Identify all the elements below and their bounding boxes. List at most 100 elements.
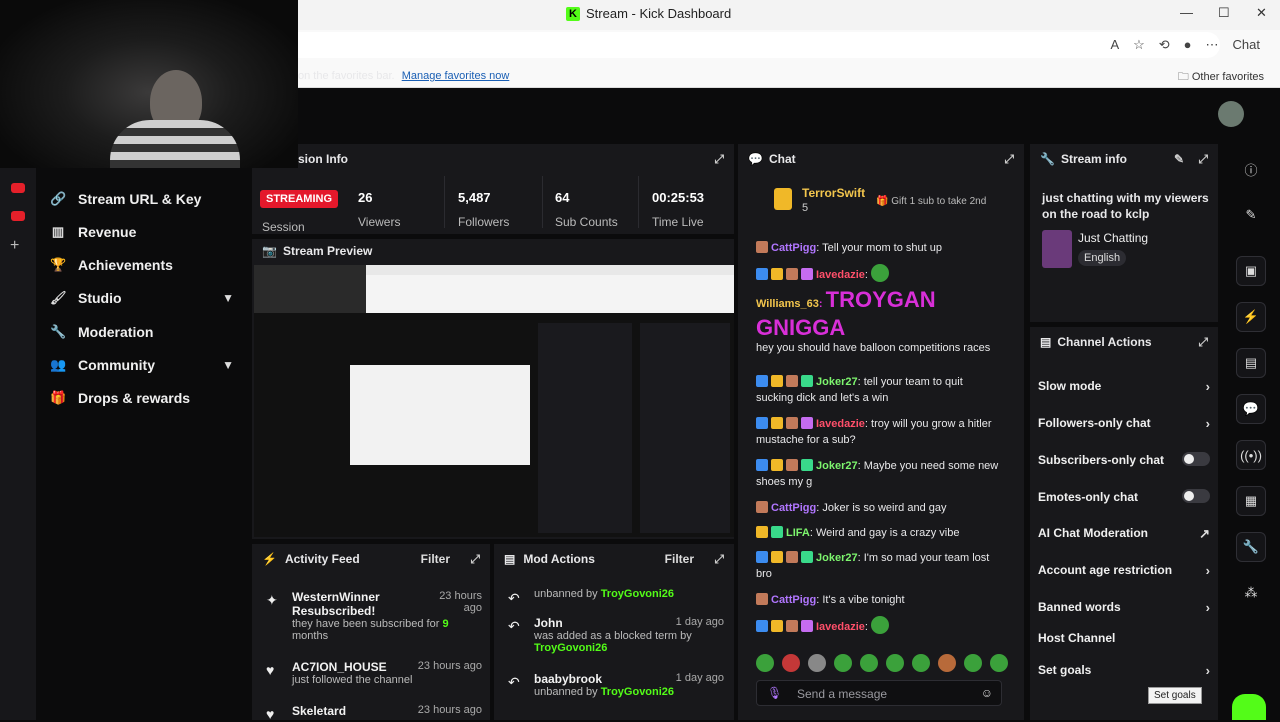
layout-icon[interactable]: ▦ bbox=[1236, 486, 1266, 516]
expand-icon[interactable]: ⤢ bbox=[470, 552, 480, 567]
emoji-icon[interactable]: ☺ bbox=[981, 686, 993, 700]
edit-icon[interactable]: ✎ bbox=[1236, 200, 1266, 230]
chat-username[interactable]: Joker27 bbox=[816, 552, 858, 564]
host-channel-item[interactable]: Host Channel bbox=[1038, 631, 1210, 645]
chat-bubble-icon[interactable]: 💬 bbox=[1236, 394, 1266, 424]
sidebar-item-studio[interactable]: 🖌 Studio ▼ bbox=[50, 290, 234, 306]
chat-username[interactable]: LIFA bbox=[786, 527, 810, 539]
community-icon[interactable]: ⁂ bbox=[1236, 578, 1266, 608]
close-icon[interactable]: ✕ bbox=[1256, 5, 1267, 21]
read-aloud-icon[interactable]: A bbox=[1110, 37, 1119, 53]
url-field[interactable] bbox=[260, 32, 1220, 58]
microphone-icon[interactable]: 🎙 bbox=[767, 686, 782, 700]
chat-username[interactable]: Williams_63 bbox=[756, 298, 819, 310]
set-goals-item[interactable]: Set goals › bbox=[1038, 663, 1210, 678]
followers-only-item[interactable]: Followers-only chat › bbox=[1038, 416, 1210, 431]
emote-icon[interactable] bbox=[886, 654, 904, 672]
kick-fab-icon[interactable] bbox=[1232, 694, 1266, 720]
other-favorites[interactable]: 🗀 Other favorites bbox=[1178, 68, 1264, 87]
mod-actions-panel: ▤ Mod Actions Filter ⤢ ↶ unbanned by Tro… bbox=[494, 544, 734, 720]
camera-icon[interactable]: ▣ bbox=[1236, 256, 1266, 286]
sidebar-item-revenue[interactable]: ▥ Revenue bbox=[50, 224, 234, 240]
emote-icon[interactable] bbox=[808, 654, 826, 672]
wrench-icon[interactable]: 🔧 bbox=[1236, 532, 1266, 562]
emotes-only-toggle[interactable] bbox=[1182, 489, 1210, 503]
panel-title: Activity Feed bbox=[284, 552, 360, 566]
undo-icon: ↶ bbox=[508, 590, 520, 606]
chat-username[interactable]: CattPigg bbox=[771, 242, 816, 254]
tab-title: Stream - Kick Dashboard bbox=[586, 6, 732, 21]
document-icon[interactable]: ▤ bbox=[1236, 348, 1266, 378]
expand-icon[interactable]: ⤢ bbox=[714, 152, 724, 167]
gift-sub-button[interactable]: 🎁 Gift 1 sub to take 2nd bbox=[876, 196, 986, 207]
sidebar-item-community[interactable]: 👥 Community ▼ bbox=[50, 357, 234, 373]
expand-icon[interactable]: ⤢ bbox=[714, 552, 724, 567]
sidebar-item-achievements[interactable]: 🏆 Achievements bbox=[50, 257, 234, 273]
copilot-chat-button[interactable]: Chat bbox=[1233, 37, 1260, 53]
more-icon[interactable]: ⋯ bbox=[1206, 37, 1219, 53]
chat-username[interactable]: Joker27 bbox=[816, 460, 858, 472]
edit-icon[interactable]: ✎ bbox=[1174, 152, 1184, 166]
expand-icon[interactable]: ⤢ bbox=[1004, 152, 1014, 167]
chat-message: hey you should have balloon competitions… bbox=[756, 340, 1002, 356]
manage-favorites-link[interactable]: Manage favorites now bbox=[402, 70, 510, 82]
chat-username[interactable]: Iavedazie bbox=[816, 269, 865, 281]
lightning-icon[interactable]: ⚡ bbox=[1236, 302, 1266, 332]
youtube-icon[interactable] bbox=[11, 211, 25, 221]
stream-preview-video[interactable] bbox=[254, 265, 734, 537]
emote-icon[interactable] bbox=[860, 654, 878, 672]
sidebar-item-stream-url-key[interactable]: 🔗 Stream URL & Key bbox=[50, 191, 234, 207]
favbar-text: on the favorites bar. bbox=[298, 70, 395, 82]
filter-button[interactable]: Filter bbox=[421, 552, 450, 566]
other-favorites-label: Other favorites bbox=[1191, 71, 1264, 83]
subscribers-only-toggle[interactable] bbox=[1182, 452, 1210, 466]
chat-message: LIFA: Weird and gay is a crazy vibe bbox=[756, 525, 1002, 541]
streamer-shirt bbox=[110, 120, 240, 168]
account-age-item[interactable]: Account age restriction › bbox=[1038, 563, 1210, 578]
stat-value: 26 bbox=[358, 190, 373, 205]
chat-username[interactable]: CattPigg bbox=[771, 594, 816, 606]
stream-preview-header: 📷 Stream Preview bbox=[252, 239, 734, 263]
sidebar-item-label: Moderation bbox=[78, 324, 154, 340]
feed-detail: they have been subscribed for 9 months bbox=[292, 618, 482, 642]
expand-icon[interactable]: ⤢ bbox=[1198, 335, 1208, 350]
emote-icon[interactable] bbox=[938, 654, 956, 672]
history-icon[interactable]: ⟲ bbox=[1159, 37, 1170, 53]
filter-button[interactable]: Filter bbox=[665, 552, 694, 566]
category-name[interactable]: Just Chatting bbox=[1078, 231, 1148, 245]
chat-username[interactable]: CattPigg bbox=[771, 502, 816, 514]
emote-icon[interactable] bbox=[756, 654, 774, 672]
chat-username[interactable]: Joker27 bbox=[816, 376, 858, 388]
chat-input[interactable]: 🎙 Send a message ☺ bbox=[756, 680, 1002, 706]
favorite-star-icon[interactable]: ☆ bbox=[1133, 37, 1145, 53]
panel-title: Stream info bbox=[1060, 152, 1127, 166]
chat-username[interactable]: Iavedazie bbox=[816, 418, 865, 430]
emote-icon[interactable] bbox=[964, 654, 982, 672]
avatar[interactable] bbox=[1218, 101, 1244, 127]
expand-icon[interactable]: ⤢ bbox=[1198, 152, 1208, 167]
emote-icon[interactable] bbox=[834, 654, 852, 672]
maximize-icon[interactable]: ☐ bbox=[1218, 5, 1230, 21]
action-label: Slow mode bbox=[1038, 379, 1102, 393]
emote-icon[interactable] bbox=[990, 654, 1008, 672]
favbar-message: on the favorites bar. Manage favorites n… bbox=[298, 68, 544, 84]
add-icon[interactable]: + bbox=[10, 237, 19, 255]
info-icon[interactable]: ⓘ bbox=[1236, 154, 1266, 184]
stream-info-panel: 🔧 Stream info ✎ ⤢ just chatting with my … bbox=[1030, 144, 1218, 322]
profile-icon[interactable]: ● bbox=[1184, 37, 1192, 53]
broadcast-icon[interactable]: ((•)) bbox=[1236, 440, 1266, 470]
sidebar-item-drops-rewards[interactable]: 🎁 Drops & rewards bbox=[50, 390, 234, 406]
panel-title: Channel Actions bbox=[1057, 335, 1152, 349]
ai-chat-moderation-item[interactable]: AI Chat Moderation ↗ bbox=[1038, 526, 1210, 541]
slow-mode-item[interactable]: Slow mode › bbox=[1038, 379, 1210, 394]
emote-icon[interactable] bbox=[782, 654, 800, 672]
emote-icon[interactable] bbox=[912, 654, 930, 672]
pinned-user[interactable]: TerrorSwift bbox=[802, 186, 865, 200]
time-live-stat: 00:25:53 Time Live bbox=[652, 190, 704, 229]
chat-username[interactable]: Iavedazie bbox=[816, 621, 865, 633]
youtube-icon[interactable] bbox=[11, 183, 25, 193]
panel-title: Mod Actions bbox=[523, 552, 595, 566]
minimize-icon[interactable]: — bbox=[1180, 5, 1193, 20]
banned-words-item[interactable]: Banned words › bbox=[1038, 600, 1210, 615]
sidebar-item-moderation[interactable]: 🔧 Moderation bbox=[50, 324, 234, 340]
